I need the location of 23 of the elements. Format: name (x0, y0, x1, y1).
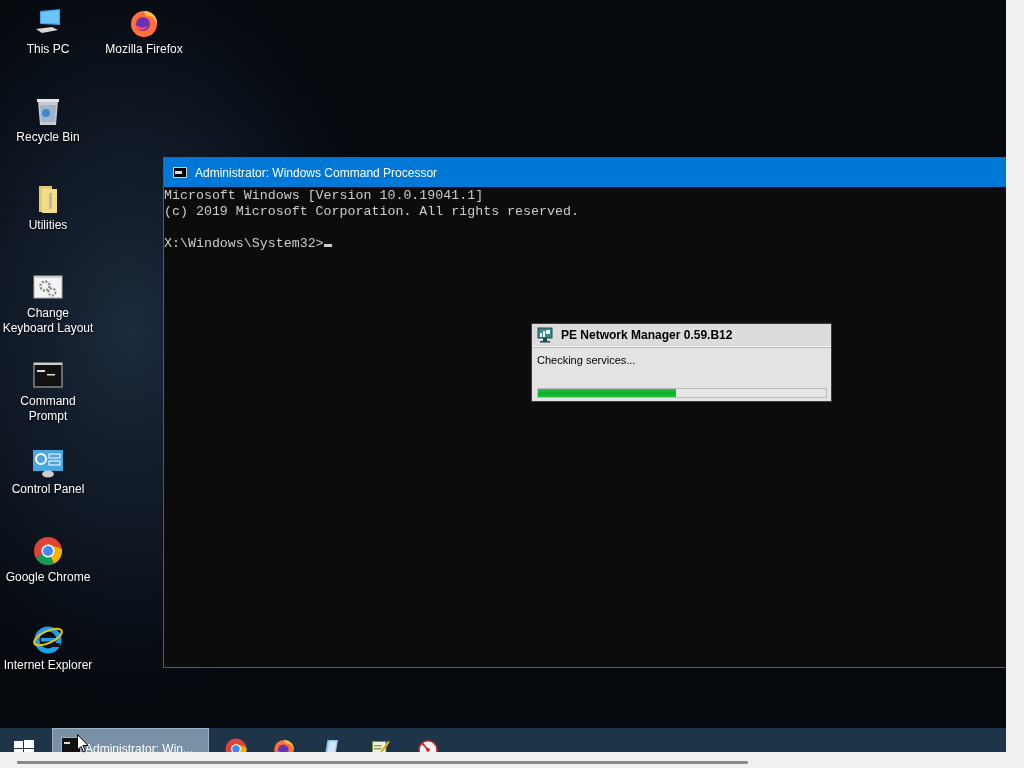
icon-label[interactable]: Internet Explorer (3, 658, 93, 673)
icon-label[interactable]: Google Chrome (5, 570, 91, 585)
console-icon[interactable] (32, 359, 64, 391)
icon-label[interactable]: Utilities (28, 218, 68, 233)
icon-label[interactable]: Recycle Bin (16, 130, 80, 145)
icon-label[interactable]: Control Panel (11, 482, 85, 497)
console-text: Microsoft Windows [Version 10.0.19041.1] (164, 188, 484, 204)
text-cursor (323, 244, 332, 247)
console-text: (c) 2019 Microsoft Corporation. All rights reserved. (164, 204, 579, 220)
icon-label[interactable]: Mozilla Firefox (105, 42, 183, 57)
command-prompt: X:\Windows\System32> (164, 236, 324, 252)
window-title: Administrator: Windows Command Processor (195, 164, 438, 182)
chrome-icon[interactable] (32, 535, 64, 567)
console-icon (173, 167, 187, 178)
icon-label[interactable]: Change Keyboard Layout (1, 306, 95, 336)
control-panel-icon[interactable] (32, 447, 64, 479)
dialog-title: PE Network Manager 0.59.B12 (561, 327, 733, 344)
status-text: Checking services... (536, 353, 637, 368)
icon-label[interactable]: Command Prompt (1, 394, 95, 424)
network-monitor-icon (537, 327, 553, 343)
scrollbar-thumb[interactable] (17, 761, 748, 764)
icon-label[interactable]: This PC (26, 42, 70, 57)
start-icon[interactable] (14, 739, 34, 752)
